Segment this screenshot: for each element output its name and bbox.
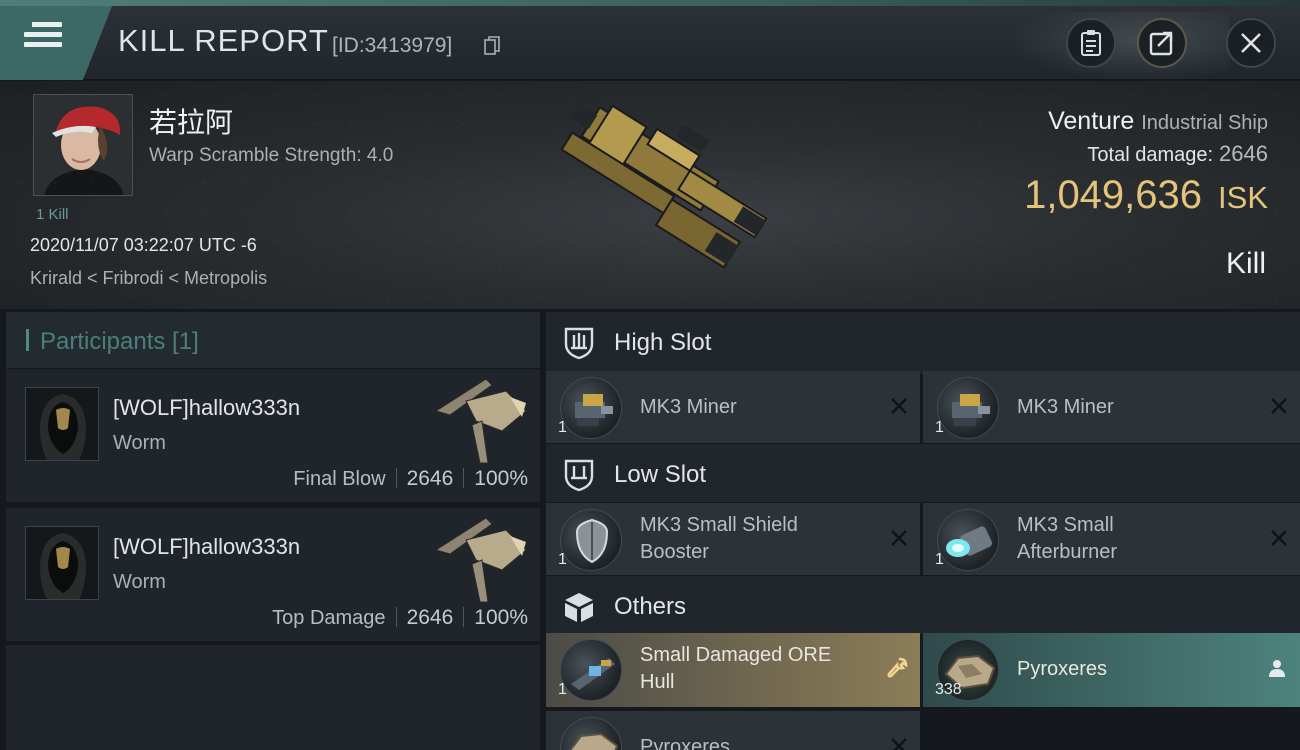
participant-damage: 2646 (406, 606, 454, 629)
victim-ship-name: Venture (1048, 107, 1135, 135)
participants-title: Participants [1] (40, 328, 199, 355)
total-damage: Total damage: 2646 (1087, 141, 1268, 167)
victim-ship-image (560, 103, 768, 269)
module-quantity: 1 (935, 419, 944, 436)
mining-laser-icon (937, 377, 999, 439)
module-name: MK3 Miner (640, 396, 737, 418)
report-id: [ID:3413979] (332, 34, 453, 57)
module-item[interactable]: 1 Small Damaged ORE Hull (546, 633, 920, 707)
module-item[interactable]: 1 MK3 Small Afterburner (923, 503, 1300, 575)
cube-icon (565, 593, 593, 622)
participant-ship-icon[interactable] (426, 510, 530, 602)
module-name-line2: Booster (640, 541, 709, 563)
afterburner-icon (937, 509, 999, 571)
module-name: Pyroxeres (1017, 658, 1108, 680)
page-title: KILL REPORT (118, 23, 329, 58)
participant-role: Top Damage (272, 607, 386, 629)
participant-avatar[interactable] (25, 526, 99, 600)
participant-ship-icon[interactable] (426, 371, 530, 463)
module-item[interactable]: 1 MK3 Miner (546, 371, 920, 443)
copy-icon[interactable] (484, 36, 500, 56)
header-decoration (1010, 12, 1230, 82)
person-icon (1269, 660, 1285, 677)
ore-hull-icon (560, 639, 622, 701)
clipboard-button[interactable] (1066, 18, 1116, 68)
victim-portrait[interactable] (33, 94, 133, 196)
participant-percent: 100% (474, 606, 528, 629)
module-quantity: 338 (935, 681, 962, 698)
kill-location[interactable]: Krirald < Fribrodi < Metropolis (30, 268, 267, 289)
menu-icon[interactable] (24, 20, 62, 50)
participant-stats: Final Blow 2646 100% (293, 467, 528, 491)
warp-scramble-strength: Warp Scramble Strength: 4.0 (149, 145, 394, 166)
close-button[interactable] (1226, 18, 1276, 68)
module-item[interactable]: Pyroxeres (546, 711, 920, 750)
module-quantity: 1 (558, 419, 567, 436)
participant-damage: 2646 (406, 467, 454, 490)
module-name: MK3 Miner (1017, 396, 1114, 418)
module-quantity: 1 (558, 681, 567, 698)
isk-value: 1,049,636 ISK (1024, 173, 1268, 218)
participant-role: Final Blow (293, 468, 386, 490)
victim-name[interactable]: 若拉阿 (149, 101, 233, 141)
high-slot-icon (564, 327, 594, 360)
destroyed-x-icon (891, 738, 907, 750)
share-icon (1149, 31, 1173, 56)
isk-amount: 1,049,636 (1024, 173, 1203, 217)
module-name-line1: MK3 Small Shield (640, 514, 798, 536)
wrench-icon (887, 657, 908, 678)
module-item[interactable]: 1 MK3 Miner (923, 371, 1300, 443)
others-header: Others (546, 576, 1300, 634)
participant-ship: Worm (113, 571, 166, 593)
participant-name[interactable]: [WOLF]hallow333n (113, 534, 300, 560)
ore-icon (560, 717, 622, 750)
share-button[interactable] (1137, 18, 1187, 68)
participant-card[interactable]: [WOLF]hallow333n Worm Top Damage 2646 100% (6, 508, 540, 642)
mining-laser-icon (560, 377, 622, 439)
participant-stats: Top Damage 2646 100% (272, 606, 528, 630)
others-title: Others (614, 593, 687, 620)
participant-ship: Worm (113, 432, 166, 454)
destroyed-x-icon (1271, 398, 1287, 414)
participant-card[interactable]: [WOLF]hallow333n Worm Final Blow 2646 100% (6, 369, 540, 503)
module-name-line2: Hull (640, 671, 675, 693)
module-name: MK3 Small Shield Booster (640, 512, 798, 566)
close-icon (1241, 33, 1261, 53)
participant-avatar[interactable] (25, 387, 99, 461)
module-item[interactable]: 338 Pyroxeres (923, 633, 1300, 707)
participant-name[interactable]: [WOLF]hallow333n (113, 395, 300, 421)
low-slot-header: Low Slot (546, 444, 1300, 502)
destroyed-x-icon (891, 398, 907, 414)
module-quantity: 1 (935, 551, 944, 568)
module-name-line1: Small Damaged ORE (640, 644, 832, 666)
total-damage-label: Total damage: (1087, 144, 1214, 166)
module-name-line1: MK3 Small (1017, 514, 1114, 536)
participants-accent-bar (26, 329, 29, 351)
shield-booster-icon (560, 509, 622, 571)
module-quantity: 1 (558, 551, 567, 568)
participants-empty-area (6, 645, 540, 750)
victim-ship[interactable]: Venture Industrial Ship (1048, 107, 1268, 136)
kill-datetime: 2020/11/07 03:22:07 UTC -6 (30, 235, 257, 255)
clipboard-icon (1081, 30, 1101, 56)
victim-panel: 若拉阿 Warp Scramble Strength: 4.0 1 Kill 2… (0, 81, 1300, 309)
module-name: MK3 Small Afterburner (1017, 512, 1117, 566)
module-name-line2: Afterburner (1017, 541, 1118, 563)
module-item[interactable]: 1 MK3 Small Shield Booster (546, 503, 920, 575)
destroyed-x-icon (891, 530, 907, 546)
result-label: Kill (1225, 247, 1266, 280)
high-slot-header: High Slot (546, 312, 1300, 374)
victim-kills: 1 Kill (36, 206, 69, 223)
destroyed-x-icon (1271, 530, 1287, 546)
victim-ship-class: Industrial Ship (1141, 112, 1268, 134)
total-damage-value: 2646 (1219, 141, 1268, 166)
participant-percent: 100% (474, 467, 528, 490)
low-slot-icon (564, 459, 594, 492)
isk-unit: ISK (1218, 180, 1268, 215)
module-name: Small Damaged ORE Hull (640, 642, 831, 696)
high-slot-title: High Slot (614, 329, 712, 356)
participants-header[interactable]: Participants [1] (6, 312, 540, 368)
module-name: Pyroxeres (640, 736, 731, 750)
low-slot-title: Low Slot (614, 461, 707, 488)
